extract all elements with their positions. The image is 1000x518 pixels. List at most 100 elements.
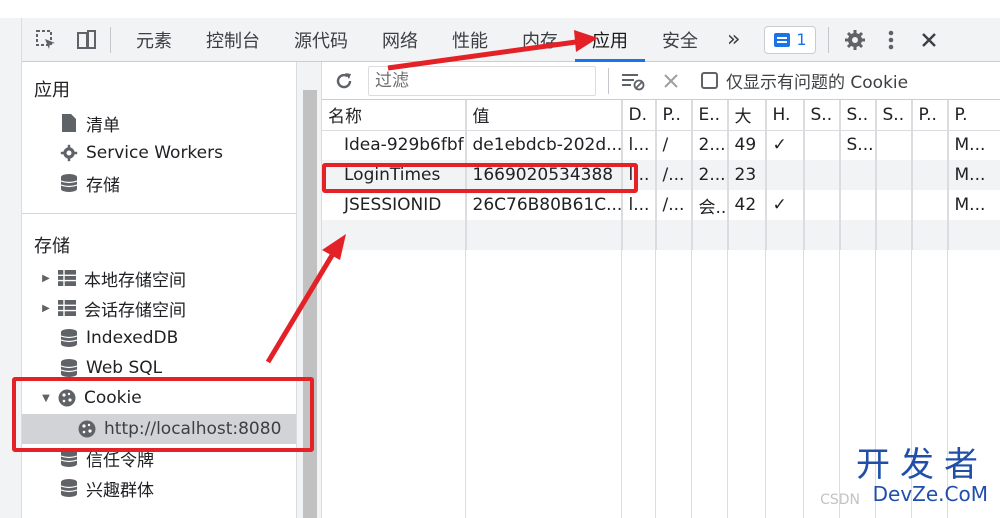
toolbar-separator (110, 26, 111, 53)
toolbar-separator (828, 26, 830, 53)
sidebar-item-indexeddb[interactable]: IndexedDB (58, 324, 178, 352)
device-toolbar-icon[interactable] (70, 24, 102, 56)
column-header[interactable]: S.. (876, 100, 913, 131)
grid-table-icon (56, 267, 78, 289)
table-cell (876, 220, 913, 250)
message-icon (774, 32, 791, 47)
table-cell (804, 190, 841, 220)
watermark: 开发者 DevZe.CoM (856, 448, 988, 506)
section-header-application: 应用 (34, 80, 70, 101)
table-cell (912, 220, 949, 250)
sidebar-item-label: Service Workers (86, 143, 223, 163)
table-cell (912, 160, 949, 190)
table-cell (728, 220, 767, 250)
table-cell: 会... (692, 190, 729, 220)
column-header[interactable]: P.. (912, 100, 949, 131)
column-header[interactable]: 大 (728, 100, 767, 131)
sidebar-item-local-storage[interactable]: ▶ 本地存储空间 (40, 264, 186, 292)
database-icon (58, 477, 80, 499)
inspect-element-icon[interactable] (30, 24, 62, 56)
clear-filtered-icon[interactable] (617, 65, 649, 97)
table-cell: ✓ (766, 190, 805, 220)
tab-performance[interactable]: 性能 (435, 18, 505, 62)
delete-selected-icon[interactable] (655, 65, 687, 97)
expand-arrow-icon[interactable]: ▶ (40, 273, 52, 284)
column-header[interactable]: P.. (656, 100, 693, 131)
database-icon (58, 172, 80, 194)
sidebar-item-manifest[interactable]: 清单 (58, 109, 120, 137)
sidebar-item-label: IndexedDB (86, 328, 179, 348)
table-cell (876, 160, 913, 190)
table-cell: JSESSIONID (322, 190, 467, 220)
tab-security[interactable]: 安全 (645, 18, 715, 62)
more-options-icon[interactable] (875, 24, 907, 56)
table-cell (804, 160, 841, 190)
watermark-faint: CSDN (820, 492, 860, 508)
table-cell: l... (622, 190, 657, 220)
tab-elements[interactable]: 元素 (119, 18, 189, 62)
sidebar-item-label: 兴趣群体 (86, 480, 154, 501)
browser-top-strip (0, 0, 1000, 18)
table-cell: / (656, 130, 693, 160)
sidebar-divider (22, 213, 296, 214)
scrollbar-thumb[interactable] (303, 90, 317, 518)
expand-arrow-icon[interactable]: ▶ (40, 303, 52, 314)
table-cell (912, 190, 949, 220)
issues-badge[interactable]: 1 (764, 25, 817, 54)
table-cell (656, 220, 693, 250)
column-header[interactable]: 值 (466, 100, 623, 131)
column-header[interactable]: E.. (692, 100, 729, 131)
table-cell (876, 190, 913, 220)
tab-application[interactable]: 应用 (575, 18, 645, 62)
column-header[interactable]: 名称 (322, 100, 467, 131)
column-header[interactable]: D. (622, 100, 657, 131)
sidebar-item-service-workers[interactable]: Service Workers (58, 139, 223, 167)
sidebar-item-label: Web SQL (86, 358, 163, 378)
filter-input[interactable] (368, 65, 596, 96)
sidebar-item-label: 清单 (86, 115, 120, 136)
table-cell: M... (948, 130, 1000, 160)
toolbar-separator (608, 67, 609, 94)
gear-icon (58, 142, 80, 164)
highlight-box-cookie (12, 377, 314, 452)
more-tabs-button[interactable]: » (715, 18, 752, 62)
table-row[interactable]: Idea-929b6fbf de1ebdcb-202d... l.../2... 49… (322, 130, 1000, 160)
column-header[interactable]: S.. (804, 100, 841, 131)
settings-gear-icon[interactable] (839, 24, 871, 56)
table-cell (766, 160, 805, 190)
tab-network[interactable]: 网络 (365, 18, 435, 62)
sidebar-item-label: 存储 (86, 175, 120, 196)
column-header[interactable]: H. (766, 100, 805, 131)
tab-memory[interactable]: 内存 (505, 18, 575, 62)
sidebar-item-session-storage[interactable]: ▶ 会话存储空间 (40, 294, 186, 322)
table-cell (692, 220, 729, 250)
sidebar-item-label: 会话存储空间 (84, 300, 186, 321)
sidebar-item-storage-overview[interactable]: 存储 (58, 169, 120, 197)
table-cell (948, 220, 1000, 250)
table-cell: /... (656, 160, 693, 190)
table-cell: M... (948, 160, 1000, 190)
issues-count: 1 (796, 30, 807, 49)
only-issues-checkbox[interactable] (701, 72, 718, 89)
column-header[interactable]: S.. (840, 100, 877, 131)
table-cell (804, 130, 841, 160)
table-cell (322, 220, 467, 250)
sidebar-item-interest-groups[interactable]: 兴趣群体 (58, 474, 154, 502)
document-icon (58, 112, 80, 134)
close-devtools-icon[interactable] (913, 24, 945, 56)
section-header-storage: 存储 (34, 236, 70, 257)
table-cell: 42 (728, 190, 767, 220)
table-cell: 2... (692, 130, 729, 160)
table-cell (622, 220, 657, 250)
column-header[interactable]: P. (948, 100, 1000, 131)
table-cell: 23 (728, 160, 767, 190)
table-row[interactable]: JSESSIONID26C76B80B61C...l.../...会...42✓… (322, 190, 1000, 220)
tab-console[interactable]: 控制台 (189, 18, 277, 62)
only-issues-label: 仅显示有问题的 Cookie (726, 73, 909, 93)
table-cell (840, 160, 877, 190)
table-cell: Idea-929b6fbf (322, 130, 467, 160)
table-cell (840, 220, 877, 250)
refresh-icon[interactable] (328, 65, 360, 97)
table-cell: 49 (728, 130, 767, 160)
tab-sources[interactable]: 源代码 (277, 18, 365, 62)
